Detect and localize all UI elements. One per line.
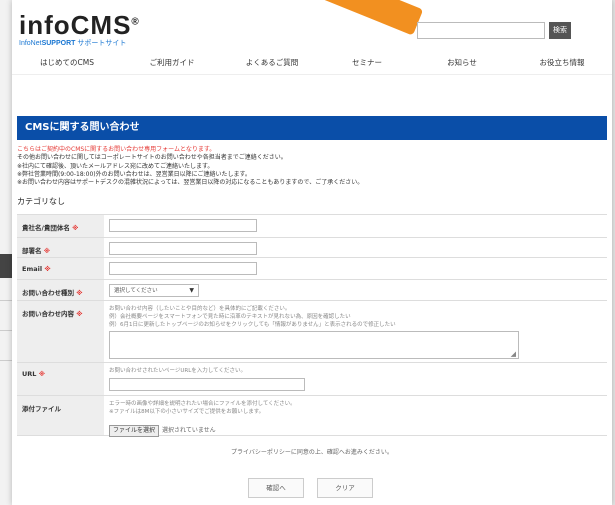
inquiry-type-field-cell: 選択してください ▼	[104, 280, 607, 300]
nav-item-guide[interactable]: ご利用ガイド	[122, 55, 222, 71]
logo-text: infoCMS	[19, 10, 132, 40]
attachment-hint-1: エラー時の画像や詳細を説明されたい場合にファイルを添付してください。	[109, 401, 296, 407]
department-label-text: 部署名	[22, 247, 42, 255]
inquiry-type-label-text: お問い合わせ種別	[22, 289, 74, 297]
background-nav-strip	[0, 254, 12, 278]
url-label-text: URL	[22, 370, 37, 378]
nav-item-seminar[interactable]: セミナー	[322, 55, 412, 71]
background-divider	[0, 360, 12, 361]
company-input[interactable]	[109, 219, 257, 232]
url-input[interactable]	[109, 378, 305, 391]
required-mark: ※	[76, 289, 83, 297]
attachment-field-cell: エラー時の画像や詳細を説明されたい場合にファイルを添付してください。 ※ファイル…	[104, 396, 607, 437]
intro-line-5: ※お問い合わせ内容はサポートデスクの混雑状況によっては、翌営業日以降の対応になる…	[17, 179, 364, 187]
nav-item-useful-info[interactable]: お役立ち情報	[512, 55, 612, 71]
inquiry-hint-3: 例）6月1日に更新したトップページのお知らせをクリックしても「情報がありません」…	[109, 322, 396, 328]
attachment-label: 添付ファイル	[17, 396, 104, 435]
file-picker: ファイルを選択 選択されていません	[109, 417, 602, 437]
background-divider	[0, 300, 12, 301]
search-input[interactable]	[417, 22, 545, 39]
form-row-attachment: 添付ファイル エラー時の画像や詳細を説明されたい場合にファイルを添付してください…	[17, 396, 607, 437]
url-hint: お問い合わせされたいページURLを入力してください。	[109, 368, 246, 374]
logo-sub-tail: サポートサイト	[77, 40, 127, 47]
page-window: infoCMS® InfoNetSUPPORT サポートサイト 検索 はじめての…	[12, 0, 612, 505]
inquiry-hint-1: お問い合わせ内容（したいことや目的など）を具体的にご記載ください。	[109, 306, 291, 312]
intro-line-3: ※社内にて確認後、頂いたメールアドレス宛に改めてご連絡いたします。	[17, 162, 214, 170]
inquiry-hint-2: 例）会社概要ページをスマートフォンで見た時に沿革のテキストが見れない為、原因を確…	[109, 314, 351, 320]
required-mark: ※	[72, 224, 79, 232]
page-title: CMSに関する問い合わせ	[17, 116, 607, 140]
chevron-down-icon: ▼	[189, 287, 194, 294]
required-mark: ※	[44, 265, 51, 273]
inquiry-content-textarea[interactable]: ◢	[109, 331, 519, 359]
attachment-hint-2: ※ファイルは8M以下の小さいサイズでご提供をお願いします。	[109, 409, 265, 415]
inquiry-content-label-text: お問い合わせ内容	[22, 310, 74, 318]
inquiry-type-label: お問い合わせ種別 ※	[17, 280, 104, 300]
logo-sub-brand: InfoNet	[19, 40, 42, 47]
background-page-left	[0, 0, 12, 505]
form-row-department: 部署名 ※	[17, 238, 607, 258]
logo-subtitle: InfoNetSUPPORT サポートサイト	[19, 38, 126, 48]
form-row-url: URL ※ お問い合わせされたいページURLを入力してください。	[17, 363, 607, 396]
inquiry-content-field-cell: お問い合わせ内容（したいことや目的など）を具体的にご記載ください。 例）会社概要…	[104, 301, 607, 362]
choose-file-button[interactable]: ファイルを選択	[109, 425, 160, 437]
nav-item-first-time[interactable]: はじめてのCMS	[12, 55, 122, 71]
email-label-text: Email	[22, 265, 43, 273]
intro-line-2: その他お問い合わせに関してはコーポレートサイトのお問い合わせや各担当者までご連絡…	[17, 154, 287, 162]
inquiry-form: 貴社名/貴団体名 ※ 部署名 ※ Email ※ お問い合わせ種別 ※ 選択して…	[17, 214, 607, 437]
nav-divider	[12, 74, 612, 75]
logo-sub-bold: SUPPORT	[41, 40, 76, 47]
intro-text: こちらはご契約中のCMSに関するお問い合わせ専用フォームとなります。 その他お問…	[17, 146, 607, 187]
file-status: 選択されていません	[162, 427, 216, 434]
form-row-inquiry-content: お問い合わせ内容 ※ お問い合わせ内容（したいことや目的など）を具体的にご記載く…	[17, 301, 607, 363]
confirm-button[interactable]: 確認へ	[248, 478, 304, 498]
email-label: Email ※	[17, 258, 104, 279]
form-row-inquiry-type: お問い合わせ種別 ※ 選択してください ▼	[17, 280, 607, 301]
company-label-text: 貴社名/貴団体名	[22, 224, 70, 232]
inquiry-content-label: お問い合わせ内容 ※	[17, 301, 104, 362]
intro-line-4: ※弊社営業時間(9:00-18:00)外のお問い合わせは、翌営業日以降にご連絡い…	[17, 170, 251, 178]
category-label: カテゴリなし	[17, 197, 65, 206]
company-field-cell	[104, 215, 607, 237]
form-row-email: Email ※	[17, 258, 607, 280]
search-button[interactable]: 検索	[549, 22, 571, 39]
decorative-arrow	[310, 0, 424, 36]
email-field-cell	[104, 258, 607, 279]
required-mark: ※	[38, 370, 46, 378]
registered-mark: ®	[131, 16, 140, 28]
form-row-company: 貴社名/貴団体名 ※	[17, 215, 607, 238]
company-label: 貴社名/貴団体名 ※	[17, 215, 104, 237]
url-label: URL ※	[17, 363, 104, 395]
main-nav: はじめてのCMS ご利用ガイド よくあるご質問 セミナー お知らせ お役立ち情報	[12, 55, 612, 71]
resize-grip-icon[interactable]: ◢	[511, 350, 516, 358]
background-divider	[0, 330, 12, 331]
required-mark: ※	[43, 247, 51, 255]
clear-button[interactable]: クリア	[317, 478, 373, 498]
select-value: 選択してください	[114, 288, 158, 294]
department-label: 部署名 ※	[17, 238, 104, 257]
site-logo[interactable]: infoCMS®	[19, 10, 140, 41]
url-field-cell: お問い合わせされたいページURLを入力してください。	[104, 363, 607, 395]
inquiry-type-select[interactable]: 選択してください ▼	[109, 284, 199, 297]
department-input[interactable]	[109, 242, 257, 255]
nav-item-faq[interactable]: よくあるご質問	[222, 55, 322, 71]
nav-item-news[interactable]: お知らせ	[412, 55, 512, 71]
privacy-notice: プライバシーポリシーに同意の上、確認へお進みください。	[231, 449, 393, 456]
email-input[interactable]	[109, 262, 257, 275]
department-field-cell	[104, 238, 607, 257]
required-mark: ※	[76, 310, 83, 318]
